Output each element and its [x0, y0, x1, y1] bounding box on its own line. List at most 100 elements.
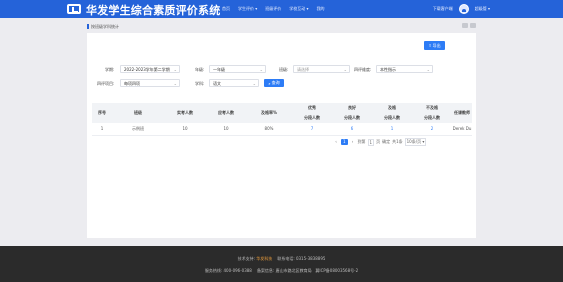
avatar[interactable] [458, 4, 469, 14]
next-page-button[interactable]: › [350, 139, 356, 145]
nav-item-student-eval[interactable]: 学生评价 ▾ [238, 6, 257, 12]
breadcrumb: 按班级学科统计 [91, 24, 119, 29]
header-right: 下载客户端 超级管 ▾ [433, 4, 490, 14]
dimension-value: 本性指示 [380, 67, 396, 72]
main-card: ⇪ 导出 学期: 2022-2023学年第二学期 ⌄ 年级: 一年级 ⌄ 班级:… [87, 33, 476, 238]
cell-teacher: Derek Du [452, 123, 472, 136]
chevron-down-icon: ⌄ [426, 67, 430, 72]
tech-support-link[interactable]: 华发科技 [256, 256, 272, 261]
cell-actual: 10 [164, 123, 206, 136]
filter-row-2: 四评项目: 每项四项 ⌄ 学科: 语文 ⌄ ⌕ 查询 [87, 79, 476, 88]
goto-confirm-button[interactable]: 确定 [382, 139, 390, 145]
nav-item-mine[interactable]: 我的 [317, 6, 325, 12]
nav-item-home[interactable]: 首页 [222, 6, 230, 12]
download-client-link[interactable]: 下载客户端 [433, 6, 453, 12]
total-count: 共1条 [392, 139, 403, 144]
chevron-down-icon: ⌄ [252, 81, 256, 86]
col-excellent: 优秀 [292, 103, 332, 113]
cell-expected: 10 [206, 123, 246, 136]
sub-header-fail: 分段人数 [412, 113, 452, 123]
filing-label: 备案信息: [256, 268, 275, 273]
export-label: 导出 [432, 42, 441, 48]
cell-excellent[interactable]: 7 [292, 123, 332, 136]
item-value: 每项四项 [124, 81, 140, 86]
icp-link[interactable]: 冀ICP备08003568号-2 [315, 268, 358, 273]
footer-line-1: 技术支持: 华发科技 联系电话: 0315-3838895 [0, 256, 563, 262]
goto-label: 到第 [357, 139, 366, 144]
dimension-label: 四评维度: [354, 67, 372, 72]
contact-value: 0315-3838895 [295, 256, 326, 261]
col-index: 序号 [92, 103, 112, 123]
sub-header-pass: 分段人数 [372, 113, 412, 123]
page-button-current[interactable]: 1 [341, 139, 348, 145]
filter-row-1: 学期: 2022-2023学年第二学期 ⌄ 年级: 一年级 ⌄ 班级: 请选择 … [87, 65, 476, 74]
breadcrumb-marker [87, 24, 89, 29]
chevron-down-icon: ⌄ [343, 67, 347, 72]
app-title: 华发学生综合素质评价系统 [86, 4, 221, 17]
footer: 技术支持: 华发科技 联系电话: 0315-3838895 服务热线: 400-… [0, 246, 563, 282]
pagination: ‹ 1 › 到第 1 页 确定 共1条 10条/页 ▾ [333, 138, 427, 146]
page-suffix: 页 [376, 139, 381, 144]
nav-item-school-interaction[interactable]: 学校互动 ▾ [289, 6, 308, 12]
term-value: 2022-2023学年第二学期 [124, 67, 170, 72]
dimension-select[interactable]: 本性指示 ⌄ [376, 65, 433, 73]
search-icon: ⌕ [268, 80, 271, 86]
settings-icon[interactable] [470, 23, 476, 28]
chevron-down-icon: ⌄ [173, 67, 177, 72]
cell-class: 示例班 [112, 123, 164, 136]
item-select[interactable]: 每项四项 ⌄ [120, 79, 180, 87]
chevron-down-icon: ⌄ [259, 67, 263, 72]
class-value: 请选择 [297, 67, 309, 72]
col-teacher: 任课教师 [452, 103, 472, 123]
query-label: 查询 [271, 80, 280, 85]
page-size-select[interactable]: 10条/页 ▾ [404, 138, 427, 146]
user-menu[interactable]: 超级管 ▾ [475, 6, 490, 12]
export-icon: ⇪ [428, 43, 432, 48]
stats-table: 序号 班级 实考人数 应考人数 及格率% 优秀 良好 及格 不及格 任课教师 分… [92, 103, 472, 136]
class-label: 班级: [279, 67, 289, 72]
footer-line-2: 服务热线: 400-096-0388 备案信息: 唐山市路北区教育局 冀ICP备… [0, 268, 563, 274]
col-good: 良好 [332, 103, 372, 113]
col-class: 班级 [112, 103, 164, 123]
export-button[interactable]: ⇪ 导出 [424, 41, 445, 50]
breadcrumb-tools [462, 23, 476, 28]
goto-page-input[interactable]: 1 [367, 138, 375, 146]
sub-header-excellent: 分段人数 [292, 113, 332, 123]
grade-select[interactable]: 一年级 ⌄ [209, 65, 266, 73]
chevron-down-icon: ⌄ [173, 81, 177, 86]
col-expected: 应考人数 [206, 103, 246, 123]
window-toggle-icon[interactable] [462, 23, 468, 28]
service-value: 400-096-0388 [223, 268, 252, 273]
col-pass-rate[interactable]: 及格率% [246, 103, 292, 123]
logo-icon [67, 4, 81, 14]
query-button[interactable]: ⌕ 查询 [264, 79, 284, 87]
term-select[interactable]: 2022-2023学年第二学期 ⌄ [120, 65, 180, 73]
item-label: 四评项目: [97, 81, 115, 86]
filing-value: 唐山市路北区教育局 [275, 268, 312, 273]
cell-pass-rate: 80% [246, 123, 292, 136]
contact-label: 联系电话: [277, 256, 295, 261]
col-fail: 不及格 [412, 103, 452, 113]
top-header: 华发学生综合素质评价系统 首页 学生评价 ▾ 班级评价 学校互动 ▾ 我的 下载… [0, 0, 563, 18]
sub-header-good: 分段人数 [332, 113, 372, 123]
cell-good[interactable]: 6 [332, 123, 372, 136]
col-actual: 实考人数 [164, 103, 206, 123]
subject-value: 语文 [213, 81, 221, 86]
class-select[interactable]: 请选择 ⌄ [293, 65, 350, 73]
term-label: 学期: [105, 67, 115, 72]
cell-fail[interactable]: 2 [412, 123, 452, 136]
main-nav: 首页 学生评价 ▾ 班级评价 学校互动 ▾ 我的 [222, 6, 325, 12]
prev-page-button[interactable]: ‹ [333, 139, 339, 145]
cell-pass[interactable]: 1 [372, 123, 412, 136]
service-label: 服务热线: [204, 268, 223, 273]
subject-select[interactable]: 语文 ⌄ [209, 79, 259, 87]
grade-label: 年级: [195, 67, 205, 72]
subject-label: 学科: [195, 81, 205, 86]
cell-index: 1 [92, 123, 112, 136]
table-row: 1 示例班 10 10 80% 7 6 1 2 Derek Du [92, 123, 472, 136]
nav-item-class-eval[interactable]: 班级评价 [265, 6, 281, 12]
breadcrumb-bar: 按班级学科统计 [87, 22, 476, 31]
grade-value: 一年级 [213, 67, 225, 72]
col-pass: 及格 [372, 103, 412, 113]
tech-support-label: 技术支持: [237, 256, 255, 261]
